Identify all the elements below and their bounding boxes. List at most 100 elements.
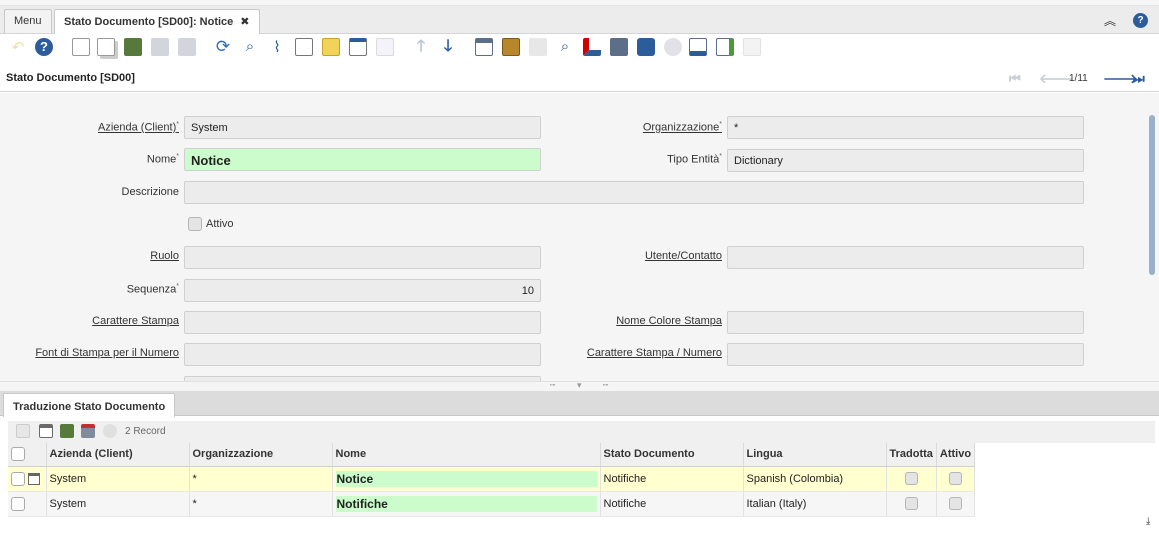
copy-record-icon[interactable] — [97, 38, 115, 56]
grid-process-icon[interactable] — [103, 424, 117, 438]
row-checkbox[interactable] — [11, 471, 25, 486]
cell-language: Spanish (Colombia) — [743, 466, 887, 492]
cell-active[interactable] — [936, 466, 976, 492]
save-icon[interactable] — [151, 38, 169, 56]
report-icon[interactable] — [475, 38, 493, 56]
active-checkbox[interactable] — [948, 497, 962, 510]
prev-record-up-icon[interactable]: 🡑 — [412, 38, 430, 56]
save-new-icon[interactable] — [178, 38, 196, 56]
cell-status: Notifiche — [600, 491, 744, 517]
org-field[interactable]: * — [727, 116, 1084, 139]
chat-icon[interactable] — [295, 38, 313, 56]
cell-translated[interactable] — [886, 466, 937, 492]
form-scrollbar[interactable] — [1149, 115, 1155, 275]
user-contact-field[interactable] — [727, 246, 1084, 269]
table-row[interactable]: System * Notifiche Notifiche Italian (It… — [8, 491, 976, 517]
role-field[interactable] — [184, 246, 541, 269]
print-font-field[interactable] — [184, 343, 541, 366]
row-edit-icon[interactable] — [28, 472, 41, 485]
tab-translation[interactable]: Traduzione Stato Documento — [3, 393, 176, 417]
cell-translated[interactable] — [886, 491, 937, 517]
sequence-field[interactable]: 10 — [184, 279, 541, 302]
product-info-icon[interactable] — [610, 38, 628, 56]
select-all-checkbox[interactable] — [11, 447, 25, 462]
request-icon[interactable] — [583, 38, 601, 56]
print-char-number-field[interactable] — [727, 343, 1084, 366]
client-field[interactable]: System — [184, 116, 541, 139]
description-field[interactable] — [184, 181, 1084, 204]
cell-name-value: Notice — [335, 470, 597, 487]
workflow-icon[interactable] — [637, 38, 655, 56]
col-translated[interactable]: Tradotta — [886, 443, 937, 467]
import-icon[interactable] — [716, 38, 734, 56]
row-select-cell[interactable] — [8, 466, 47, 492]
print-icon[interactable] — [529, 38, 547, 56]
collapse-icon[interactable]: ︽ — [1104, 12, 1116, 29]
active-label: Attivo — [206, 218, 234, 230]
col-client[interactable]: Azienda (Client) — [46, 443, 190, 467]
row-select-cell[interactable] — [8, 491, 47, 517]
active-checkbox[interactable] — [188, 217, 202, 231]
translated-checkbox[interactable] — [904, 472, 918, 485]
close-tab-icon[interactable]: ✖ — [240, 16, 249, 28]
translated-checkbox[interactable] — [904, 497, 918, 510]
col-name[interactable]: Nome — [332, 443, 601, 467]
close-window-icon[interactable] — [743, 38, 761, 56]
sequence-label: Sequenza* — [126, 283, 179, 296]
help-icon[interactable]: ? — [1133, 13, 1148, 28]
delete-record-icon[interactable] — [124, 38, 142, 56]
table-row[interactable]: System * Notice Notifiche Spanish (Colom… — [8, 466, 976, 492]
active-checkbox[interactable] — [948, 472, 962, 485]
cell-client: System — [46, 491, 190, 517]
refresh-icon[interactable]: ⟳ — [214, 38, 232, 56]
grid-new-icon[interactable] — [16, 424, 30, 438]
export-icon[interactable] — [689, 38, 707, 56]
print-char-field[interactable] — [184, 311, 541, 334]
attachment-icon[interactable]: ⌇ — [268, 38, 286, 56]
tab-menu[interactable]: Menu — [4, 9, 52, 33]
parent-icon[interactable] — [376, 38, 394, 56]
note-icon[interactable] — [322, 38, 340, 56]
next-record-down-icon[interactable]: 🡓 — [439, 38, 457, 56]
sequence-label-text: Sequenza — [126, 283, 177, 296]
print-color-field[interactable] — [727, 311, 1084, 334]
grid-select-all-header[interactable] — [8, 443, 47, 467]
cell-name[interactable]: Notice — [332, 466, 601, 492]
new-record-icon[interactable] — [72, 38, 90, 56]
archive-icon[interactable] — [502, 38, 520, 56]
tab-stato-documento[interactable]: Stato Documento [SD00]: Notice ✖ — [54, 9, 260, 34]
splitter-grip-right: ┉ — [603, 380, 609, 390]
grid-toggle-icon[interactable] — [349, 38, 367, 56]
cell-active[interactable] — [936, 491, 976, 517]
grid-save-icon[interactable] — [81, 424, 95, 438]
tab-menu-label: Menu — [14, 15, 42, 27]
find-icon[interactable]: ⌕ — [241, 38, 259, 56]
row-checkbox[interactable] — [11, 496, 25, 511]
org-label-text: Organizzazione — [642, 121, 720, 134]
tab-stato-documento-label: Stato Documento [SD00]: Notice — [64, 16, 234, 28]
last-record-icon[interactable]: ⏭ — [1133, 71, 1145, 87]
col-status[interactable]: Stato Documento — [600, 443, 744, 467]
cell-name[interactable]: Notifiche — [332, 491, 601, 517]
col-active[interactable]: Attivo — [936, 443, 976, 467]
first-record-icon[interactable]: ⏮ — [1009, 71, 1021, 87]
col-org[interactable]: Organizzazione — [189, 443, 333, 467]
print-color-label: Nome Colore Stampa — [616, 315, 722, 327]
window-tab-bar: Menu Stato Documento [SD00]: Notice ✖ ︽ ? — [0, 0, 1159, 34]
entity-type-field[interactable]: Dictionary — [727, 149, 1084, 172]
process-icon[interactable] — [664, 38, 682, 56]
scroll-bottom-icon[interactable]: ⤓ — [1146, 516, 1150, 527]
splitter-collapse-icon[interactable]: ▾ — [577, 380, 582, 391]
help-icon[interactable]: ? — [35, 38, 53, 56]
entity-type-label-text: Tipo Entità — [667, 153, 720, 166]
col-language[interactable]: Lingua — [743, 443, 887, 467]
splitter[interactable]: ┉ ▾ ┉ — [0, 380, 1159, 391]
undo-icon[interactable]: ↶ — [9, 38, 27, 56]
role-label: Ruolo — [150, 250, 179, 262]
grid-edit-icon[interactable] — [39, 424, 53, 438]
name-field[interactable]: Notice — [184, 148, 541, 171]
print-char-number-label: Carattere Stampa / Numero — [586, 347, 722, 359]
zoom-across-icon[interactable]: ⌕ — [556, 38, 574, 56]
splitter-grip-left: ┉ — [550, 380, 556, 390]
grid-delete-icon[interactable] — [60, 424, 74, 438]
